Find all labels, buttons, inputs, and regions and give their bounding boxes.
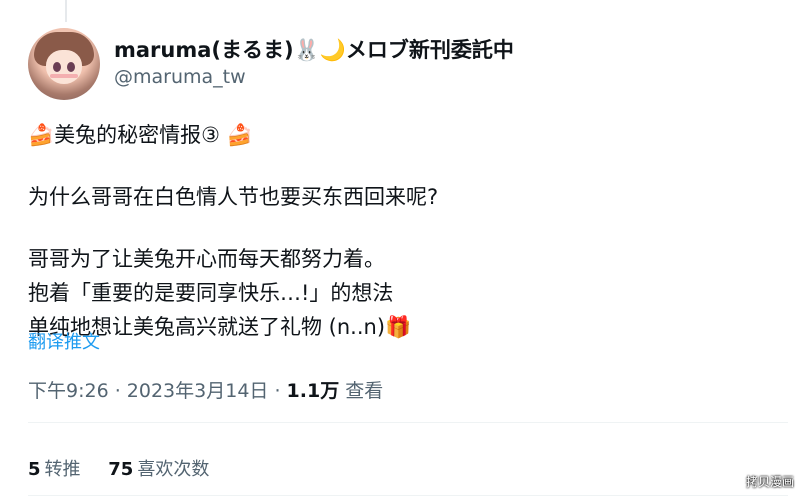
- likes-stat[interactable]: 75 喜欢次数: [108, 459, 209, 480]
- avatar-eye-left: [53, 62, 61, 72]
- avatar[interactable]: [28, 28, 100, 100]
- tweet-line: 哥哥为了让美兔开心而每天都努力着。: [28, 247, 385, 271]
- timestamp-link[interactable]: 下午9:26 · 2023年3月14日 ·: [28, 380, 287, 402]
- engagement-stats: 5 转推 75 喜欢次数: [28, 455, 231, 481]
- avatar-face: [46, 50, 82, 84]
- views-count[interactable]: 1.1万: [287, 380, 340, 402]
- retweets-count: 5: [28, 459, 41, 480]
- divider: [28, 495, 788, 496]
- tweet-line: 为什么哥哥在白色情人节也要买东西回来呢?: [28, 185, 439, 209]
- likes-label: 喜欢次数: [137, 459, 210, 480]
- views-label: 查看: [339, 380, 384, 402]
- tweet-header: maruma(まるま)🐰🌙メロブ新刊委託中 @maruma_tw: [28, 28, 788, 100]
- thread-connector-line: [65, 0, 67, 22]
- tweet-line: 抱着「重要的是要同享快乐…!」的想法: [28, 281, 394, 305]
- tweet-line-gap: [28, 214, 768, 242]
- avatar-eye-right: [67, 62, 75, 72]
- tweet-text: 🍰美兔的秘密情报③ 🍰 为什么哥哥在白色情人节也要买东西回来呢? 哥哥为了让美兔…: [28, 118, 768, 344]
- avatar-blush: [50, 74, 78, 78]
- user-handle[interactable]: @maruma_tw: [114, 64, 514, 90]
- user-names: maruma(まるま)🐰🌙メロブ新刊委託中 @maruma_tw: [114, 36, 514, 90]
- display-name[interactable]: maruma(まるま)🐰🌙メロブ新刊委託中: [114, 36, 514, 64]
- divider: [28, 422, 788, 423]
- tweet-line: 单纯地想让美兔高兴就送了礼物 (n..n)🎁: [28, 315, 412, 339]
- retweets-label: 转推: [44, 459, 81, 480]
- translate-tweet-link[interactable]: 翻译推文: [28, 328, 100, 354]
- tweet-line: 🍰美兔的秘密情报③ 🍰: [28, 123, 253, 147]
- tweet-meta: 下午9:26 · 2023年3月14日 · 1.1万 查看: [28, 376, 383, 403]
- likes-count: 75: [108, 459, 134, 480]
- watermark: 拷贝漫画: [745, 475, 794, 489]
- tweet-line-gap: [28, 152, 768, 180]
- retweets-stat[interactable]: 5 转推: [28, 459, 81, 480]
